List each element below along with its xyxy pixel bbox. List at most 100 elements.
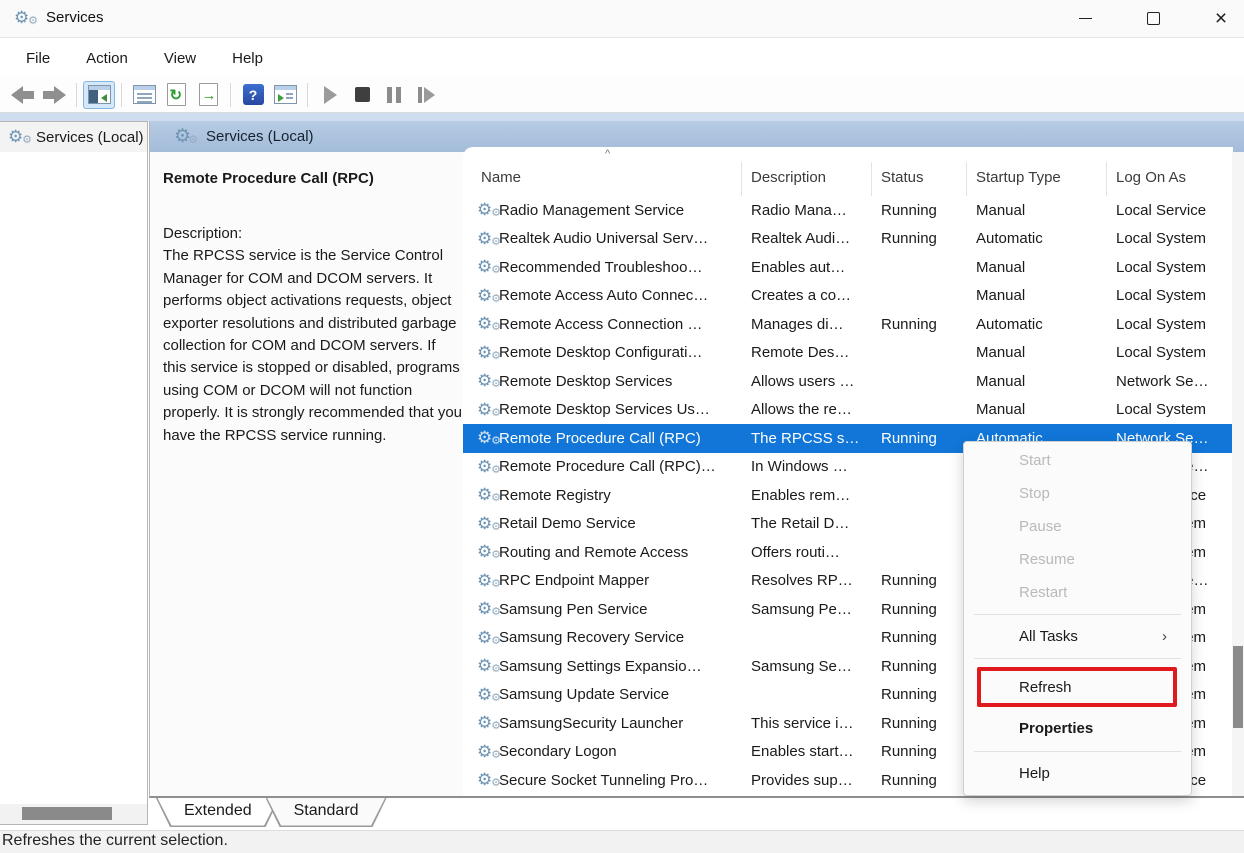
table-row[interactable]: ⚙⚙Remote Desktop Configurati…Remote Des…… bbox=[463, 339, 1233, 368]
tree-hscroll-thumb[interactable] bbox=[22, 807, 112, 820]
selected-service-title: Remote Procedure Call (RPC) bbox=[163, 170, 455, 187]
back-button[interactable] bbox=[6, 81, 38, 109]
tree-horizontal-scrollbar[interactable] bbox=[0, 804, 147, 824]
service-startup-type: Manual bbox=[967, 344, 1107, 361]
service-startup-type: Manual bbox=[967, 287, 1107, 304]
service-name: SamsungSecurity Launcher bbox=[499, 715, 742, 732]
tab-extended[interactable]: Extended bbox=[156, 798, 280, 827]
back-arrow-icon bbox=[11, 86, 34, 104]
main-area-top-strip bbox=[0, 113, 1244, 121]
table-row[interactable]: ⚙⚙Realtek Audio Universal Serv…Realtek A… bbox=[463, 225, 1233, 254]
service-name: Realtek Audio Universal Serv… bbox=[499, 230, 742, 247]
toolbar-separator bbox=[307, 83, 308, 107]
context-menu-item-all-tasks[interactable]: All Tasks› bbox=[964, 620, 1191, 653]
service-name: RPC Endpoint Mapper bbox=[499, 572, 742, 589]
service-gear-icon: ⚙⚙ bbox=[477, 484, 499, 506]
context-menu-item-help[interactable]: Help bbox=[964, 757, 1191, 790]
properties-toolbar-button[interactable] bbox=[128, 81, 160, 109]
properties-window-icon bbox=[133, 85, 156, 104]
show-console-tree-button[interactable] bbox=[83, 81, 115, 109]
service-status: Running bbox=[872, 743, 967, 760]
column-header-status[interactable]: Status bbox=[872, 162, 967, 196]
console-tree-icon bbox=[88, 85, 111, 104]
service-gear-icon: ⚙⚙ bbox=[477, 427, 499, 449]
service-gear-icon: ⚙⚙ bbox=[477, 342, 499, 364]
view-tabs: Extended Standard bbox=[150, 798, 1244, 828]
table-row[interactable]: ⚙⚙Recommended Troubleshoo…Enables aut…Ma… bbox=[463, 253, 1233, 282]
close-button[interactable]: × bbox=[1198, 0, 1244, 37]
service-status: Running bbox=[872, 601, 967, 618]
tab-standard[interactable]: Standard bbox=[266, 798, 387, 827]
panel-header-gear-icon: ⚙⚙ bbox=[174, 126, 196, 148]
services-app-icon: ⚙⚙ bbox=[14, 7, 36, 29]
start-service-button[interactable] bbox=[314, 81, 346, 109]
status-bar-text: Refreshes the current selection. bbox=[2, 832, 228, 849]
service-gear-icon: ⚙⚙ bbox=[477, 769, 499, 791]
context-menu-item-properties[interactable]: Properties bbox=[964, 710, 1191, 746]
forward-button[interactable] bbox=[38, 81, 70, 109]
menu-action[interactable]: Action bbox=[72, 45, 142, 72]
service-status: Running bbox=[872, 715, 967, 732]
title-bar: ⚙⚙ Services × bbox=[0, 0, 1244, 38]
service-name: Remote Desktop Services Us… bbox=[499, 401, 742, 418]
table-row[interactable]: ⚙⚙Remote Desktop Services Us…Allows the … bbox=[463, 396, 1233, 425]
forward-arrow-icon bbox=[43, 86, 66, 104]
column-header-name[interactable]: Name bbox=[463, 162, 742, 196]
description-label: Description: bbox=[163, 225, 242, 242]
list-vertical-scrollbar[interactable] bbox=[1232, 152, 1244, 796]
menu-help[interactable]: Help bbox=[218, 45, 277, 72]
context-menu-item-refresh[interactable]: Refresh bbox=[964, 671, 1191, 704]
description-text: The RPCSS service is the Service Control… bbox=[163, 247, 462, 443]
service-log-on-as: Local System bbox=[1107, 344, 1233, 361]
service-status: Running bbox=[872, 430, 967, 447]
service-gear-icon: ⚙⚙ bbox=[477, 570, 499, 592]
context-menu-item-restart: Restart bbox=[964, 576, 1191, 609]
column-header-description[interactable]: Description bbox=[742, 162, 872, 196]
service-gear-icon: ⚙⚙ bbox=[477, 370, 499, 392]
context-menu-item-resume: Resume bbox=[964, 543, 1191, 576]
extended-view-button[interactable] bbox=[269, 81, 301, 109]
export-list-button[interactable]: → bbox=[192, 81, 224, 109]
close-icon: × bbox=[1215, 8, 1227, 29]
column-header-startup-type[interactable]: Startup Type bbox=[967, 162, 1107, 196]
refresh-toolbar-button[interactable]: ↻ bbox=[160, 81, 192, 109]
service-description: Provides sup… bbox=[742, 772, 872, 789]
services-node-icon: ⚙⚙ bbox=[8, 126, 30, 148]
service-name: Radio Management Service bbox=[499, 202, 742, 219]
tree-root-services-local[interactable]: ⚙⚙ Services (Local) bbox=[0, 122, 147, 152]
stop-service-button[interactable] bbox=[346, 81, 378, 109]
service-log-on-as: Local Service bbox=[1107, 202, 1233, 219]
pause-service-button[interactable] bbox=[378, 81, 410, 109]
service-name: Remote Access Connection … bbox=[499, 316, 742, 333]
maximize-button[interactable] bbox=[1130, 0, 1176, 37]
restart-service-button[interactable] bbox=[410, 81, 442, 109]
help-icon: ? bbox=[243, 84, 264, 105]
service-log-on-as: Network Se… bbox=[1107, 373, 1233, 390]
menu-file[interactable]: File bbox=[12, 45, 64, 72]
service-status: Running bbox=[872, 202, 967, 219]
table-row[interactable]: ⚙⚙Remote Access Connection …Manages di…R… bbox=[463, 310, 1233, 339]
help-toolbar-button[interactable]: ? bbox=[237, 81, 269, 109]
service-gear-icon: ⚙⚙ bbox=[477, 199, 499, 221]
minimize-button[interactable] bbox=[1062, 0, 1108, 37]
table-row[interactable]: ⚙⚙Remote Desktop ServicesAllows users …M… bbox=[463, 367, 1233, 396]
menu-separator bbox=[974, 751, 1181, 752]
service-name: Routing and Remote Access bbox=[499, 544, 742, 561]
service-gear-icon: ⚙⚙ bbox=[477, 313, 499, 335]
service-description: Samsung Se… bbox=[742, 658, 872, 675]
table-row[interactable]: ⚙⚙Remote Access Auto Connec…Creates a co… bbox=[463, 282, 1233, 311]
service-status: Running bbox=[872, 230, 967, 247]
service-name: Secure Socket Tunneling Pro… bbox=[499, 772, 742, 789]
pause-icon bbox=[387, 87, 401, 103]
service-startup-type: Automatic bbox=[967, 316, 1107, 333]
service-gear-icon: ⚙⚙ bbox=[477, 655, 499, 677]
service-detail-pane: Remote Procedure Call (RPC) Description:… bbox=[150, 152, 463, 796]
service-name: Samsung Update Service bbox=[499, 686, 742, 703]
service-description: Enables start… bbox=[742, 743, 872, 760]
vscroll-thumb[interactable] bbox=[1233, 646, 1243, 728]
list-header-row: Name Description Status Startup Type Log… bbox=[463, 147, 1233, 196]
column-header-log-on-as[interactable]: Log On As bbox=[1107, 162, 1233, 196]
restart-icon bbox=[418, 87, 435, 103]
table-row[interactable]: ⚙⚙Radio Management ServiceRadio Mana…Run… bbox=[463, 196, 1233, 225]
menu-view[interactable]: View bbox=[150, 45, 210, 72]
